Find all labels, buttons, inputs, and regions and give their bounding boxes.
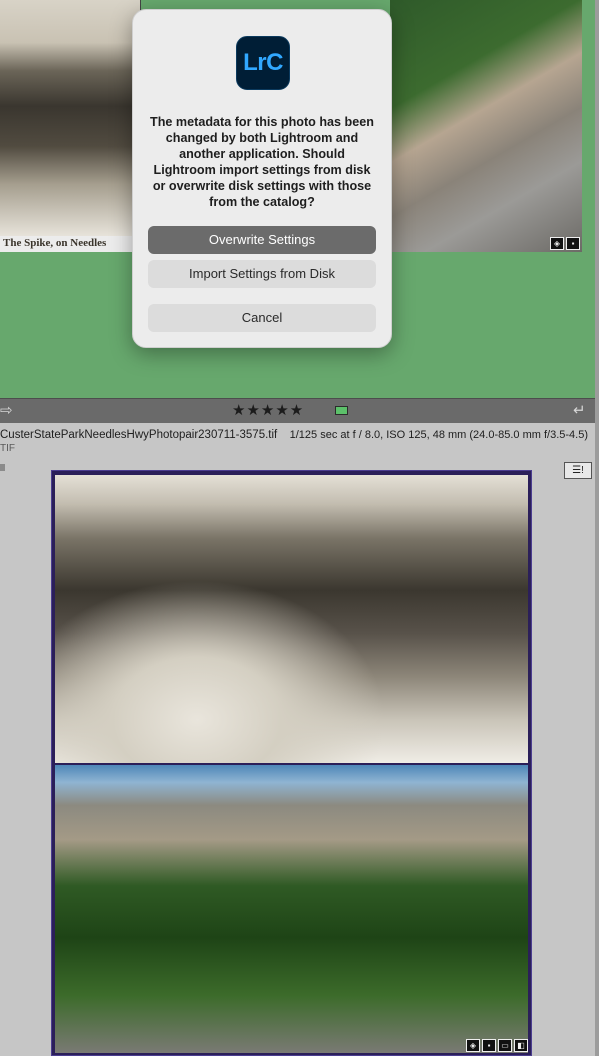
color-photo-thumbnail — [390, 0, 582, 252]
grid-cell-color-photo[interactable]: ◈ ▪ — [390, 0, 582, 252]
exif-summary: 1/125 sec at f / 8.0, ISO 125, 48 mm (24… — [289, 429, 588, 441]
modern-photo — [55, 765, 528, 1053]
color-label-flag[interactable] — [335, 406, 348, 415]
thumbnail-badges: ◈ ▪ — [550, 237, 580, 250]
grid-cell-sepia-photo[interactable]: The Spike, on Needles — [0, 0, 141, 252]
photo-filename: CusterStateParkNeedlesHwyPhotopair230711… — [0, 429, 278, 441]
photo-info-bar: CusterStateParkNeedlesHwyPhotopair230711… — [0, 423, 595, 479]
file-extension: TIF — [0, 443, 15, 454]
list-view-icon[interactable]: ☰! — [564, 462, 592, 479]
overwrite-settings-button[interactable]: Overwrite Settings — [148, 226, 376, 254]
comment-icon[interactable]: ▪ — [566, 237, 580, 250]
return-icon[interactable]: ↵ — [573, 401, 586, 419]
cancel-button[interactable]: Cancel — [148, 304, 376, 332]
comment-icon[interactable]: ▪ — [482, 1039, 496, 1052]
photo-caption: The Spike, on Needles — [3, 237, 107, 249]
rating-toolbar: ⇨ ★★★★★ ↵ — [0, 398, 595, 424]
tag-icon[interactable]: ◈ — [466, 1039, 480, 1052]
import-settings-button[interactable]: Import Settings from Disk — [148, 260, 376, 288]
app-icon-label: LrC — [243, 49, 283, 76]
develop-icon[interactable]: ◧ — [514, 1039, 528, 1052]
historic-photo — [55, 475, 528, 763]
selected-photo-frame[interactable]: ◈ ▪ ▭ ◧ — [51, 470, 532, 1056]
star-rating[interactable]: ★★★★★ — [232, 401, 304, 419]
arrow-right-icon[interactable]: ⇨ — [0, 401, 13, 419]
vertical-scrollbar[interactable] — [595, 0, 599, 1056]
dialog-message: The metadata for this photo has been cha… — [150, 115, 374, 209]
panel-handle[interactable] — [0, 464, 5, 471]
tag-icon[interactable]: ◈ — [550, 237, 564, 250]
lightroom-classic-icon: LrC — [236, 36, 290, 90]
crop-icon[interactable]: ▭ — [498, 1039, 512, 1052]
sepia-photo-thumbnail — [0, 0, 140, 236]
photo-badges: ◈ ▪ ▭ ◧ — [466, 1039, 528, 1052]
metadata-conflict-dialog: LrC The metadata for this photo has been… — [132, 9, 392, 348]
